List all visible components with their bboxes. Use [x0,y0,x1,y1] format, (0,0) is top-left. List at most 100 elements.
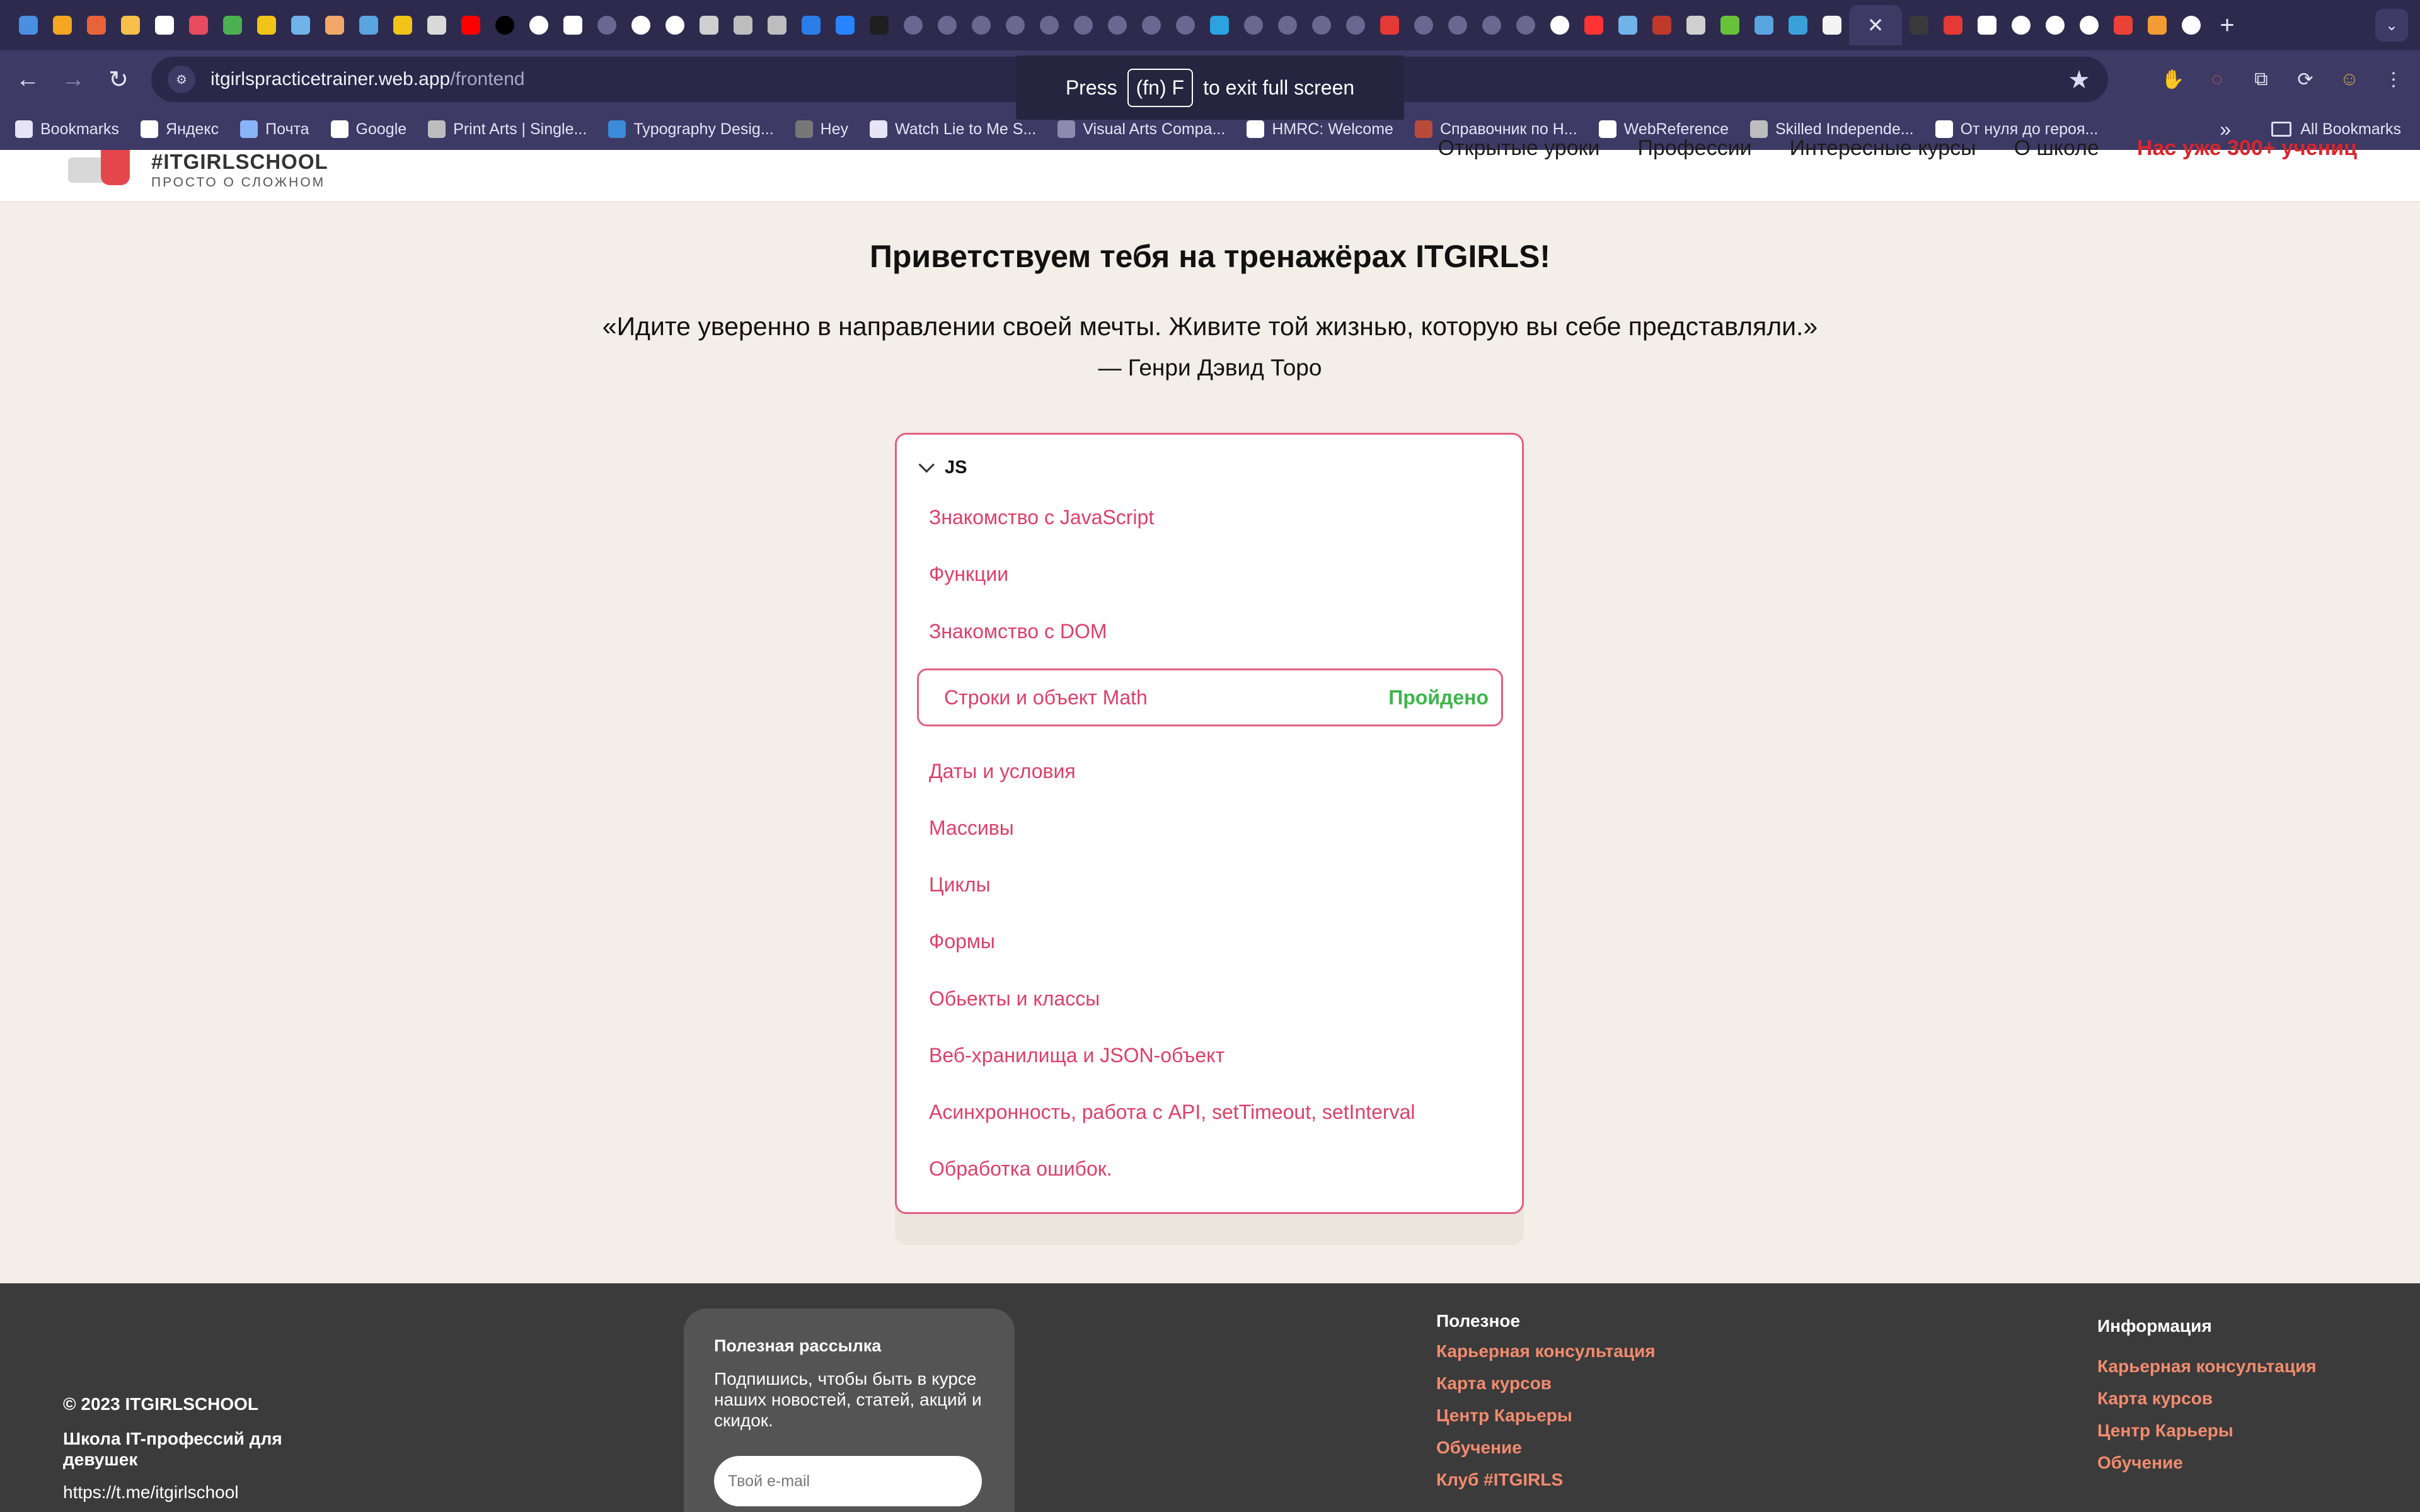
footer-link[interactable]: Обучение [1436,1438,1656,1458]
browser-tab[interactable] [1202,5,1236,45]
lesson-item[interactable]: Знакомство с JavaScript [929,506,1154,529]
browser-tab[interactable] [147,5,182,45]
browser-tab[interactable] [692,5,726,45]
footer-link[interactable]: Карта курсов [2097,1389,2317,1409]
nav-open-lessons[interactable]: Открытые уроки [1438,136,1600,161]
browser-tab[interactable] [964,5,998,45]
browser-tab[interactable] [1577,5,1611,45]
lesson-item[interactable]: Обработка ошибок. [929,1157,1112,1181]
browser-tab[interactable] [1168,5,1202,45]
browser-tab[interactable] [318,5,352,45]
browser-tab[interactable] [1747,5,1781,45]
browser-tab[interactable] [45,5,79,45]
browser-tab[interactable] [556,5,590,45]
nav-professions[interactable]: Профессии [1638,136,1752,161]
browser-tab[interactable] [79,5,113,45]
browser-tab[interactable] [284,5,318,45]
nav-courses[interactable]: Интересные курсы [1790,136,1976,161]
lesson-item[interactable]: Даты и условия [929,760,1076,783]
browser-tab[interactable] [2038,5,2072,45]
bookmark-item[interactable]: Bookmarks [15,120,119,139]
browser-tab[interactable] [2174,5,2208,45]
browser-tab[interactable] [1645,5,1679,45]
browser-tab[interactable] [1936,5,1970,45]
lesson-item-active[interactable]: Строки и объект Math Пройдено [917,668,1503,726]
browser-tab[interactable] [726,5,760,45]
new-tab-button[interactable]: + [2208,11,2246,40]
browser-tab[interactable] [930,5,964,45]
browser-tab[interactable] [386,5,420,45]
lesson-item[interactable]: Массивы [929,816,1014,840]
browser-tab[interactable] [896,5,930,45]
browser-tab[interactable] [1509,5,1543,45]
browser-tab[interactable] [182,5,216,45]
browser-tab[interactable] [1815,5,1849,45]
newsletter-email-input[interactable] [714,1456,982,1506]
footer-link[interactable]: Карьерная консультация [1436,1341,1656,1361]
browser-tab[interactable] [216,5,250,45]
bookmark-item[interactable]: Visual Arts Compa... [1057,120,1225,139]
browser-tab[interactable] [658,5,692,45]
site-settings-icon[interactable]: ⚙ [168,66,195,93]
browser-tab[interactable] [1100,5,1134,45]
browser-tab[interactable] [760,5,794,45]
browser-tab[interactable] [113,5,147,45]
bookmark-item[interactable]: Watch Lie to Me S... [870,120,1036,139]
forward-button[interactable]: → [50,57,96,102]
browser-tab[interactable] [590,5,624,45]
browser-tab[interactable] [1475,5,1509,45]
browser-tab[interactable] [2004,5,2038,45]
bookmark-item[interactable]: Почта [240,120,309,139]
nav-students-count[interactable]: Нас уже 300+ учениц [2137,136,2357,161]
browser-tab[interactable] [1236,5,1270,45]
bookmark-star-icon[interactable]: ★ [2068,66,2090,94]
bookmark-item[interactable]: Hey [795,120,848,139]
browser-tab[interactable] [828,5,862,45]
back-button[interactable]: ← [5,57,50,102]
browser-tab[interactable] [794,5,828,45]
bookmark-item[interactable]: Google [330,120,406,139]
close-icon[interactable]: ✕ [1867,13,1884,37]
browser-tab[interactable] [1543,5,1577,45]
speed-extension-icon[interactable]: ⟳ [2291,66,2319,93]
browser-tab[interactable] [1713,5,1747,45]
bookmark-item[interactable]: HMRC: Welcome [1247,120,1393,139]
browser-tab[interactable] [1339,5,1373,45]
bookmark-item[interactable]: Яндекс [141,120,219,139]
tab-search-button[interactable]: ⌄ [2375,9,2408,42]
profile-avatar-icon[interactable]: ☺ [2336,66,2363,93]
browser-tab[interactable] [1970,5,2004,45]
browser-tab[interactable] [454,5,488,45]
browser-tab[interactable] [11,5,45,45]
browser-tab[interactable] [250,5,284,45]
browser-tab[interactable] [2072,5,2106,45]
browser-tab[interactable] [1270,5,1305,45]
footer-link[interactable]: Центр Карьеры [1436,1406,1656,1426]
browser-tab[interactable] [2106,5,2140,45]
browser-tab[interactable] [1781,5,1815,45]
browser-tab[interactable] [1305,5,1339,45]
nav-about[interactable]: О школе [2014,136,2099,161]
browser-tab[interactable] [998,5,1032,45]
browser-tab[interactable] [488,5,522,45]
active-tab[interactable]: ✕ [1849,5,1902,45]
menu-kebab-icon[interactable]: ⋮ [2380,66,2407,93]
lesson-item[interactable]: Знакомство с DOM [929,620,1107,643]
footer-link[interactable]: Обучение [2097,1453,2317,1473]
lesson-item[interactable]: Формы [929,930,995,953]
browser-tab[interactable] [352,5,386,45]
logo-icon[interactable] [68,150,144,185]
lesson-item[interactable]: Обьекты и классы [929,987,1100,1011]
footer-telegram-link[interactable]: https://t.me/itgirlschool [63,1482,239,1503]
browser-tab[interactable] [1902,5,1936,45]
browser-tab[interactable] [1373,5,1407,45]
bookmark-item[interactable]: Typography Desig... [608,120,774,139]
bookmark-item[interactable]: Print Arts | Single... [428,120,587,139]
browser-tab[interactable] [1441,5,1475,45]
lesson-item[interactable]: Веб-хранилища и JSON-объект [929,1044,1224,1067]
lesson-item[interactable]: Циклы [929,873,991,896]
circle-extension-icon[interactable]: ◌ [2203,66,2231,93]
browser-tab[interactable] [1066,5,1100,45]
browser-tab[interactable] [2140,5,2174,45]
browser-tab[interactable] [1679,5,1713,45]
